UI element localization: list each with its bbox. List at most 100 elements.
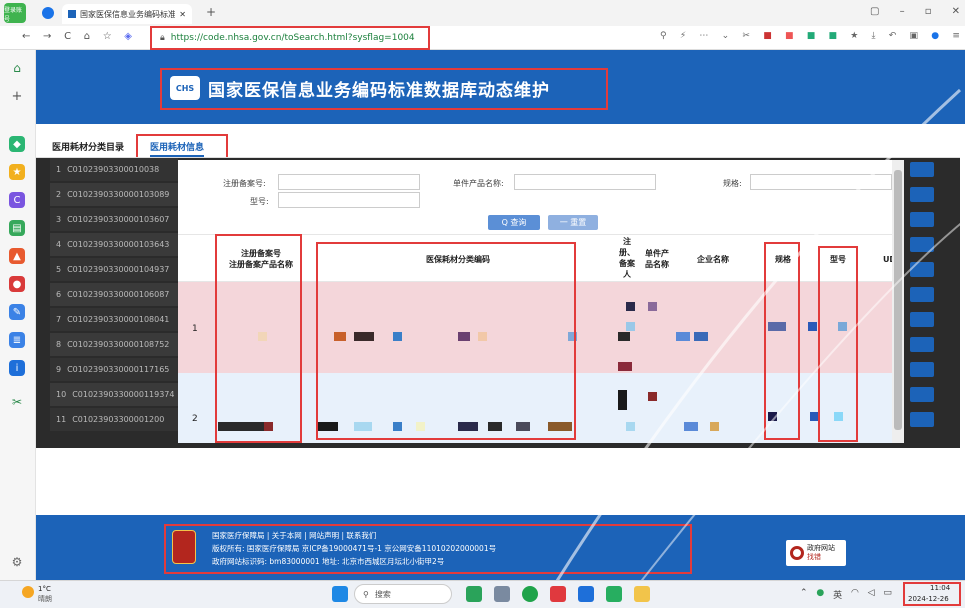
wallet-icon[interactable]: ▣ bbox=[910, 31, 919, 41]
battery-icon[interactable]: ▭ bbox=[883, 588, 892, 601]
product-name-input[interactable] bbox=[514, 174, 656, 190]
app-icon[interactable] bbox=[466, 586, 482, 602]
ext1-icon[interactable]: ■ bbox=[763, 31, 772, 41]
model-input[interactable] bbox=[278, 192, 420, 208]
reset-button[interactable]: 一 重置 bbox=[548, 215, 598, 230]
new-tab-button[interactable]: + bbox=[206, 5, 216, 19]
add-rail-icon[interactable]: + bbox=[9, 88, 25, 104]
spec-label: 规格: bbox=[723, 179, 742, 188]
vertical-scrollbar[interactable] bbox=[892, 160, 904, 443]
app2-icon[interactable]: ★ bbox=[9, 164, 25, 180]
app1-icon[interactable]: ◆ bbox=[9, 136, 25, 152]
product-name-label: 单件产品名称: bbox=[453, 179, 504, 188]
row-action-button[interactable] bbox=[910, 237, 934, 252]
background-row: 10 C0102390330000119374 bbox=[50, 383, 178, 406]
redacted-block bbox=[618, 332, 630, 341]
browser-logo-icon bbox=[42, 7, 54, 19]
background-row-num: 11 bbox=[56, 415, 67, 424]
security-icon[interactable] bbox=[578, 586, 594, 602]
row-action-button[interactable] bbox=[910, 212, 934, 227]
menu-icon[interactable]: ≡ bbox=[952, 31, 960, 41]
row-action-button[interactable] bbox=[910, 337, 934, 352]
row-action-button[interactable] bbox=[910, 362, 934, 377]
start-icon[interactable] bbox=[332, 586, 348, 602]
row-action-button[interactable] bbox=[910, 187, 934, 202]
ime-indicator[interactable]: 英 bbox=[833, 588, 842, 601]
background-row-num: 5 bbox=[56, 265, 62, 274]
app10-icon[interactable]: ✂ bbox=[9, 394, 25, 410]
row-action-button[interactable] bbox=[910, 387, 934, 402]
row-action-button[interactable] bbox=[910, 312, 934, 327]
app3-icon[interactable]: C bbox=[9, 192, 25, 208]
spec-input[interactable] bbox=[750, 174, 892, 190]
app6-icon[interactable]: ● bbox=[9, 276, 25, 292]
edge-taskbar-icon[interactable] bbox=[522, 586, 538, 602]
taskbar-search[interactable]: ⚲ 搜索 bbox=[354, 584, 452, 604]
settings-icon[interactable]: ⚙ bbox=[9, 554, 25, 570]
app8-icon[interactable]: ≣ bbox=[9, 332, 25, 348]
lock-icon: 🔒︎ bbox=[160, 33, 165, 43]
footer-links[interactable]: 国家医疗保障局 | 关于本网 | 网站声明 | 联系我们 bbox=[212, 530, 376, 541]
more-icon[interactable]: ⋯ bbox=[699, 31, 708, 41]
refresh-icon[interactable]: C bbox=[64, 31, 71, 42]
download-icon[interactable]: ⤓ bbox=[872, 31, 876, 41]
col-highlight-model bbox=[818, 246, 858, 442]
background-row-num: 4 bbox=[56, 240, 62, 249]
browser-taskbar-icon[interactable] bbox=[606, 586, 622, 602]
tab-category-catalog[interactable]: 医用耗材分类目录 bbox=[52, 140, 124, 153]
app9-icon[interactable]: i bbox=[9, 360, 25, 376]
close-tab-icon[interactable]: ✕ bbox=[179, 10, 186, 19]
tab-active[interactable]: 国家医保信息业务编码标准数据库 ✕ bbox=[62, 4, 192, 24]
ext3-icon[interactable]: ■ bbox=[807, 31, 816, 41]
background-row-num: 1 bbox=[56, 165, 62, 174]
weather-icon[interactable] bbox=[22, 586, 34, 598]
reg-no-input[interactable] bbox=[278, 174, 420, 190]
flash-icon[interactable]: ⚡ bbox=[680, 31, 686, 41]
gov-badge-line2: 找错 bbox=[807, 553, 821, 561]
chevron-up-icon[interactable]: ⌃ bbox=[800, 588, 808, 601]
home-icon[interactable]: ⌂ bbox=[84, 31, 90, 42]
ext4-icon[interactable]: ■ bbox=[828, 31, 837, 41]
file-explorer-icon[interactable] bbox=[494, 586, 510, 602]
ai-icon[interactable]: ◈ bbox=[124, 31, 132, 42]
scrollbar-thumb[interactable] bbox=[894, 170, 902, 430]
undo-icon[interactable]: ↶ bbox=[889, 31, 897, 41]
nhsa-emblem-icon bbox=[172, 530, 196, 564]
favorites-icon[interactable]: ☆ bbox=[103, 31, 112, 42]
search-button[interactable]: Q 查询 bbox=[488, 215, 540, 230]
background-row: 1 C01023903300010038 bbox=[50, 158, 178, 181]
collections-icon[interactable]: ▢ bbox=[870, 6, 879, 17]
background-row: 11 C01023903300001200 bbox=[50, 408, 178, 431]
gov-site-badge[interactable]: 政府网站 找错 bbox=[786, 540, 846, 566]
row-action-button[interactable] bbox=[910, 412, 934, 427]
ext2-icon[interactable]: ■ bbox=[785, 31, 794, 41]
pin-icon[interactable]: ★ bbox=[850, 31, 858, 41]
forward-icon[interactable]: → bbox=[43, 31, 51, 42]
scissors-icon[interactable]: ✂ bbox=[742, 31, 750, 41]
home-rail-icon[interactable]: ⌂ bbox=[9, 60, 25, 76]
app4-icon[interactable]: ▤ bbox=[9, 220, 25, 236]
volume-icon[interactable]: ◁ bbox=[868, 588, 875, 601]
clock-time[interactable]: 11:04 bbox=[930, 584, 950, 592]
wifi-icon[interactable]: ◠ bbox=[851, 588, 859, 601]
restore-icon[interactable]: ▫ bbox=[925, 6, 932, 17]
row-action-button[interactable] bbox=[910, 162, 934, 177]
chevron-down-icon[interactable]: ⌄ bbox=[722, 31, 730, 41]
folder-icon[interactable] bbox=[634, 586, 650, 602]
back-icon[interactable]: ← bbox=[22, 31, 30, 42]
row-action-button[interactable] bbox=[910, 287, 934, 302]
close-window-icon[interactable]: ✕ bbox=[952, 6, 960, 17]
app5-icon[interactable]: ▲ bbox=[9, 248, 25, 264]
tab-consumable-info[interactable]: 医用耗材信息 bbox=[150, 140, 205, 157]
background-row: 4 C0102390330000103643 bbox=[50, 233, 178, 256]
profile-icon[interactable]: 登录账号 bbox=[4, 3, 26, 23]
url-bar[interactable]: 🔒︎ https://code.nhsa.gov.cn/toSearch.htm… bbox=[150, 26, 430, 50]
edge-icon[interactable]: ● bbox=[931, 31, 939, 41]
wps-icon[interactable] bbox=[550, 586, 566, 602]
row-action-button[interactable] bbox=[910, 262, 934, 277]
minimize-icon[interactable]: – bbox=[900, 6, 905, 17]
wechat-tray-icon[interactable]: ● bbox=[816, 588, 824, 601]
app7-icon[interactable]: ✎ bbox=[9, 304, 25, 320]
clock-date[interactable]: 2024-12-26 bbox=[908, 595, 949, 603]
zoom-icon[interactable]: ⚲ bbox=[660, 31, 667, 41]
